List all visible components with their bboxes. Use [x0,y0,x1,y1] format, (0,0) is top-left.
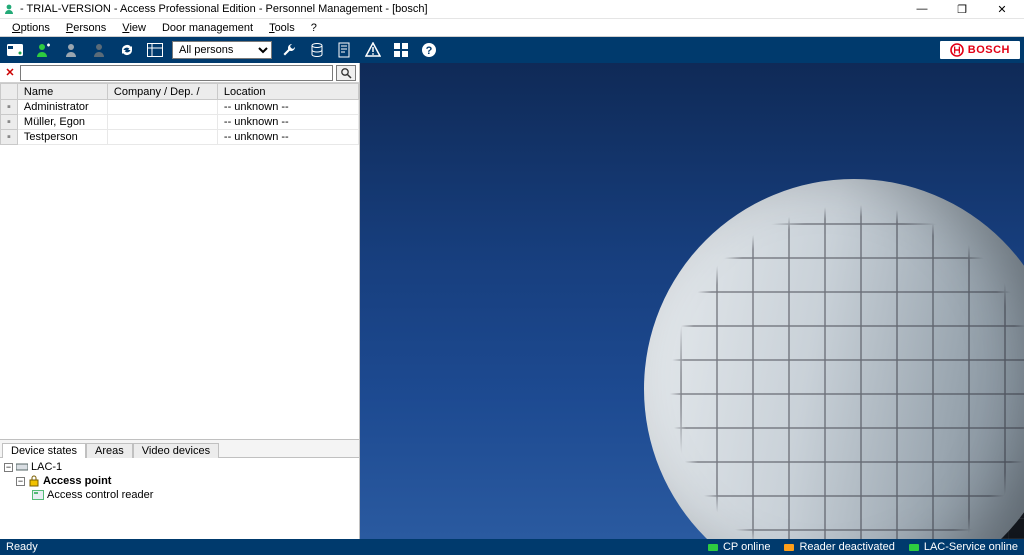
tree-root-label: LAC-1 [31,461,62,473]
led-green-icon [909,544,919,551]
cell-location: -- unknown -- [217,130,358,145]
table-row[interactable]: ▪ Administrator -- unknown -- [1,100,359,115]
brand-logo: BOSCH [940,41,1020,59]
tab-video-devices[interactable]: Video devices [133,443,219,458]
person-filter-select[interactable]: All persons [172,41,272,59]
status-reader-label: Reader deactivated [799,541,894,553]
device-tree[interactable]: − LAC-1 − Access point [0,458,359,539]
brand-text: BOSCH [968,44,1010,56]
person-list[interactable]: Name Company / Dep. / Location ▪ Adminis… [0,83,359,439]
status-reader: Reader deactivated [784,541,894,553]
tree-leaf[interactable]: Access control reader [4,488,355,502]
controller-icon [16,461,28,473]
tree-leaf-label: Access control reader [47,489,153,501]
main-area: ✕ Name Company / Dep. / Location [0,63,1024,539]
search-button[interactable] [336,65,356,81]
magnifier-icon [340,67,352,79]
menu-door-management[interactable]: Door management [154,20,261,36]
status-bar: Ready CP online Reader deactivated LAC-S… [0,539,1024,555]
cell-company [107,115,217,130]
row-marker[interactable]: ▪ [1,130,18,145]
tree-collapse-icon[interactable]: − [16,477,25,486]
status-cp-label: CP online [723,541,771,553]
status-cp: CP online [708,541,771,553]
col-location-header[interactable]: Location [217,84,358,100]
lock-icon [28,475,40,487]
refresh-icon[interactable] [116,40,138,60]
app-icon [2,2,16,16]
menu-bar: Options Persons View Door management Too… [0,19,1024,37]
alert-icon[interactable] [362,40,384,60]
help-icon[interactable]: ? [418,40,440,60]
menu-tools[interactable]: Tools [261,20,303,36]
table-header-row: Name Company / Dep. / Location [1,84,359,100]
maximize-button[interactable]: ❐ [942,0,982,19]
minimize-button[interactable]: — [902,0,942,19]
cell-company [107,100,217,115]
led-green-icon [708,544,718,551]
menu-persons[interactable]: Persons [58,20,114,36]
card-icon[interactable] [4,40,26,60]
database-icon[interactable] [306,40,328,60]
bottom-tabs: Device states Areas Video devices [0,440,359,458]
svg-text:?: ? [426,45,433,57]
cell-location: -- unknown -- [217,100,358,115]
person-grey-icon[interactable] [60,40,82,60]
menu-options[interactable]: Options [4,20,58,36]
table-row[interactable]: ▪ Testperson -- unknown -- [1,130,359,145]
tree-root[interactable]: − LAC-1 [4,460,355,474]
status-ready: Ready [6,541,38,553]
title-bar: - TRIAL-VERSION - Access Professional Ed… [0,0,1024,19]
close-button[interactable]: ✕ [982,0,1022,19]
report-icon[interactable] [334,40,356,60]
cell-company [107,130,217,145]
table-row[interactable]: ▪ Müller, Egon -- unknown -- [1,115,359,130]
menu-help[interactable]: ? [303,20,325,36]
left-panel: ✕ Name Company / Dep. / Location [0,63,360,539]
cell-name: Testperson [17,130,107,145]
led-orange-icon [784,544,794,551]
menu-view[interactable]: View [114,20,154,36]
row-marker[interactable]: ▪ [1,115,18,130]
row-marker-header[interactable] [1,84,18,100]
tree-node[interactable]: − Access point [4,474,355,488]
reader-icon [32,489,44,501]
tab-areas[interactable]: Areas [86,443,133,458]
search-input[interactable] [20,65,333,81]
wrench-icon[interactable] [278,40,300,60]
bosch-ring-icon [950,43,964,57]
window-title: - TRIAL-VERSION - Access Professional Ed… [20,3,902,15]
add-person-icon[interactable] [32,40,54,60]
col-name-header[interactable]: Name [17,84,107,100]
tree-node-label: Access point [43,475,111,487]
layout-icon[interactable] [144,40,166,60]
status-lac: LAC-Service online [909,541,1018,553]
col-company-header[interactable]: Company / Dep. / [107,84,217,100]
status-lac-label: LAC-Service online [924,541,1018,553]
tree-collapse-icon[interactable]: − [4,463,13,472]
search-row: ✕ [0,63,359,83]
cell-name: Müller, Egon [17,115,107,130]
clear-search-button[interactable]: ✕ [3,66,17,80]
window-controls: — ❐ ✕ [902,0,1022,19]
row-marker[interactable]: ▪ [1,100,18,115]
person-table: Name Company / Dep. / Location ▪ Adminis… [0,83,359,145]
preview-pane [360,63,1024,539]
person-dark-icon[interactable] [88,40,110,60]
grid-icon[interactable] [390,40,412,60]
tab-device-states[interactable]: Device states [2,443,86,458]
bottom-panel: Device states Areas Video devices − LAC-… [0,439,359,539]
cell-name: Administrator [17,100,107,115]
toolbar: All persons ? BOSCH [0,37,1024,63]
cell-location: -- unknown -- [217,115,358,130]
